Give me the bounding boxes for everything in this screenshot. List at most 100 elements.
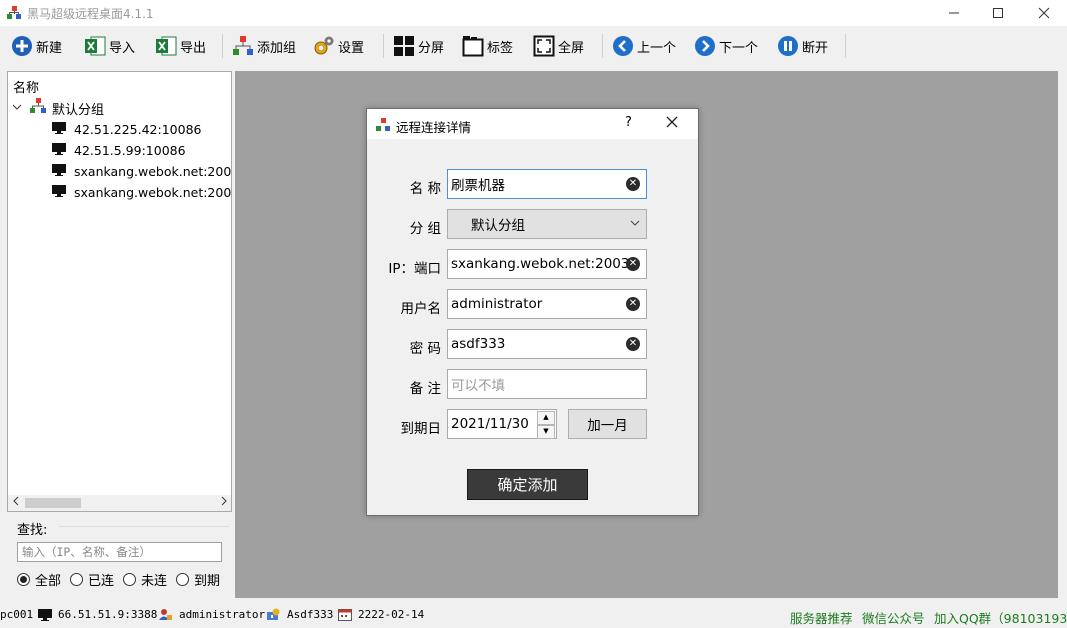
password-value: asdf333 [451,336,506,352]
help-button[interactable]: ? [625,115,632,130]
new-label: 新建 [36,40,63,56]
dialog-close-button[interactable] [665,113,679,134]
status-address: 66.51.51.9:3388 [38,608,157,621]
fullscreen-icon [533,35,555,57]
clear-icon[interactable]: ✕ [626,297,640,311]
split-screen-button[interactable]: 分屏 [393,32,444,60]
ip-port-label: IP：端口 [388,261,441,277]
next-button[interactable]: 下一个 [694,32,758,60]
settings-button[interactable]: 设置 [313,32,364,60]
title-bar: 黑马超级远程桌面4.1.1 [0,0,1067,26]
disconnect-label: 断开 [802,40,829,56]
tree-item[interactable]: sxankang.webok.net:20033 [52,161,231,181]
monitor-icon [52,121,66,137]
clear-icon[interactable]: ✕ [626,177,640,191]
status-host: pc001 [0,608,34,621]
import-button[interactable]: 导入 [84,32,135,60]
status-date: 2222-02-14 [338,608,424,621]
tree-group-default[interactable]: 默认分组 [12,98,105,118]
disconnect-button[interactable]: 断开 [777,32,828,60]
tree-item[interactable]: 42.51.5.99:10086 [52,140,186,160]
grid-icon [393,35,415,57]
fullscreen-label: 全屏 [558,40,585,56]
status-bar: pc001 66.51.51.9:3388 administrator Asdf… [0,604,1067,628]
expire-value: 2021/11/30 [451,416,529,432]
username-field[interactable]: administrator ✕ [447,289,647,319]
split-screen-label: 分屏 [418,40,445,56]
clear-icon[interactable]: ✕ [626,337,640,351]
calendar-icon [338,608,352,621]
next-label: 下一个 [719,40,759,56]
server-recommend-link[interactable]: 服务器推荐 [790,608,853,627]
radio-connected[interactable]: 已连 [70,570,114,589]
spin-up-icon[interactable]: ▲ [537,411,555,425]
username-value: administrator [451,296,543,312]
spin-down-icon[interactable]: ▼ [537,425,555,439]
dialog-title: 远程连接详情 [396,120,472,135]
maximize-button[interactable] [975,0,1021,26]
expire-label: 到期日 [400,421,442,437]
scrollbar-thumb[interactable] [25,498,81,508]
minimize-button[interactable] [931,0,977,26]
add-group-button[interactable]: 添加组 [232,32,296,60]
horizontal-scrollbar[interactable] [8,495,231,511]
previous-button[interactable]: 上一个 [612,32,676,60]
group-divider [59,526,229,527]
group-select[interactable]: 默认分组 [447,209,647,239]
name-field[interactable]: 刷票机器 ✕ [447,169,647,199]
tabs-button[interactable]: 标签 [462,32,513,60]
tree-group-label: 默认分组 [52,102,105,118]
toolbar-separator [845,34,846,58]
clear-icon[interactable]: ✕ [626,257,640,271]
tree-item-label: sxankang.webok.net:20035 [74,184,232,200]
close-button[interactable] [1021,0,1067,26]
new-button[interactable]: 新建 [11,32,62,60]
expire-date-picker[interactable]: 2021/11/30 ▲ ▼ [447,409,557,439]
password-field[interactable]: asdf333 ✕ [447,329,647,359]
chevron-left-icon[interactable] [12,496,20,509]
connection-tree[interactable]: 名称 默认分组 42.51.225.42:10086 42.51.5.99:10… [7,71,232,512]
qq-group-link[interactable]: 加入QQ群（981031938） [934,608,1067,627]
export-button[interactable]: 导出 [155,32,206,60]
note-field[interactable]: 可以不填 [447,369,647,399]
password-label: 密 码 [409,341,441,357]
pause-circle-icon [777,35,799,57]
chevron-down-icon [630,218,640,231]
ip-port-field[interactable]: sxankang.webok.net:20035 ✕ [447,249,647,279]
tabs-label: 标签 [487,40,514,56]
wechat-link[interactable]: 微信公众号 [862,608,925,627]
tree-item[interactable]: sxankang.webok.net:20035 [52,182,232,202]
tree-item[interactable]: 42.51.225.42:10086 [52,119,201,139]
search-input[interactable]: 输入（IP、名称、备注） [17,542,222,562]
monitor-icon [52,184,66,200]
settings-label: 设置 [338,40,365,56]
radio-indicator [70,573,83,586]
radio-expired[interactable]: 到期 [176,570,220,589]
ip-port-value: sxankang.webok.net:20035 [451,256,639,272]
radio-indicator [123,573,136,586]
status-address-value: 66.51.51.9:3388 [58,608,158,621]
toolbar-separator [383,34,384,58]
maximize-icon [993,8,1003,18]
chevron-down-icon[interactable] [12,102,24,115]
radio-label: 到期 [194,574,221,589]
confirm-add-button[interactable]: 确定添加 [467,469,588,500]
radio-all[interactable]: 全部 [17,570,61,589]
monitor-icon [52,142,66,158]
name-label: 名 称 [409,181,441,197]
chevron-left-circle-icon [612,35,634,57]
gear-icon [313,35,335,57]
radio-unconnected[interactable]: 未连 [123,570,167,589]
chevron-right-icon[interactable] [220,496,228,509]
app-logo-icon [376,118,390,131]
network-icon [232,35,254,57]
add-month-button[interactable]: 加一月 [568,409,647,439]
note-label: 备 注 [409,381,441,397]
date-spinner[interactable]: ▲ ▼ [537,411,555,439]
window-title: 黑马超级远程桌面4.1.1 [27,7,154,21]
close-icon [666,116,678,128]
tree-header: 名称 [13,81,40,96]
fullscreen-button[interactable]: 全屏 [533,32,584,60]
close-icon [1038,7,1050,19]
name-value: 刷票机器 [451,178,505,194]
